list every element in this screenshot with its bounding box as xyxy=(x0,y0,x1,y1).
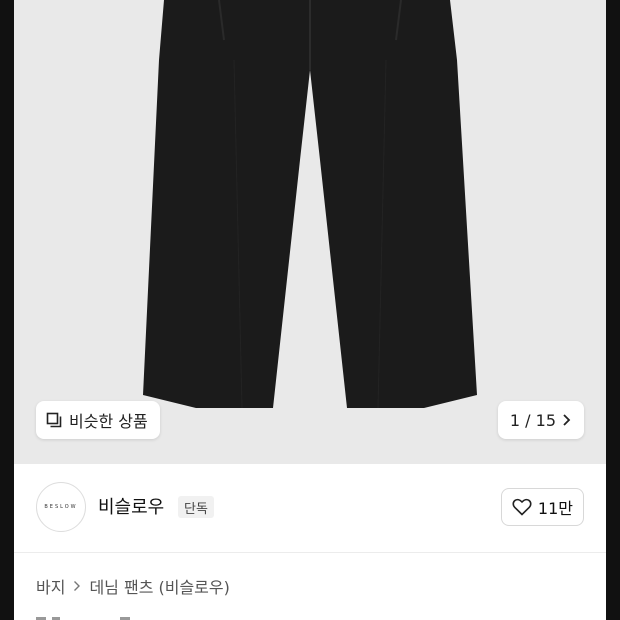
brand-logo-text: BESLOW xyxy=(44,504,78,510)
breadcrumb-subcategory[interactable]: 데님 팬츠 (비슬로우) xyxy=(89,574,229,598)
image-counter[interactable]: 1 / 15 xyxy=(497,401,584,439)
brand-name[interactable]: 비슬로우 xyxy=(98,493,164,519)
chevron-right-icon xyxy=(563,414,571,426)
similar-products-label: 비슷한 상품 xyxy=(69,412,148,431)
cut-off-content xyxy=(36,617,130,620)
copy-icon xyxy=(46,412,62,428)
exclusive-badge: 단독 xyxy=(178,496,214,518)
image-counter-label: 1 / 15 xyxy=(509,410,556,430)
like-count: 11만 xyxy=(537,499,573,518)
brand-row[interactable]: BESLOW 비슬로우 단독 11만 xyxy=(14,464,606,553)
similar-products-button[interactable]: 비슷한 상품 xyxy=(36,401,160,439)
product-image xyxy=(143,0,477,409)
like-button[interactable]: 11만 xyxy=(500,488,584,526)
brand-logo[interactable]: BESLOW xyxy=(36,482,86,532)
chevron-right-icon xyxy=(74,581,81,591)
breadcrumb: 바지 데님 팬츠 (비슬로우) xyxy=(36,574,230,598)
product-image-carousel[interactable]: 비슷한 상품 1 / 15 xyxy=(14,0,606,464)
phone-screen: 비슷한 상품 1 / 15 BESLOW 비슬로우 단독 11만 바지 데님 팬… xyxy=(14,0,606,620)
heart-outline-icon xyxy=(512,498,532,516)
breadcrumb-category[interactable]: 바지 xyxy=(36,574,65,598)
